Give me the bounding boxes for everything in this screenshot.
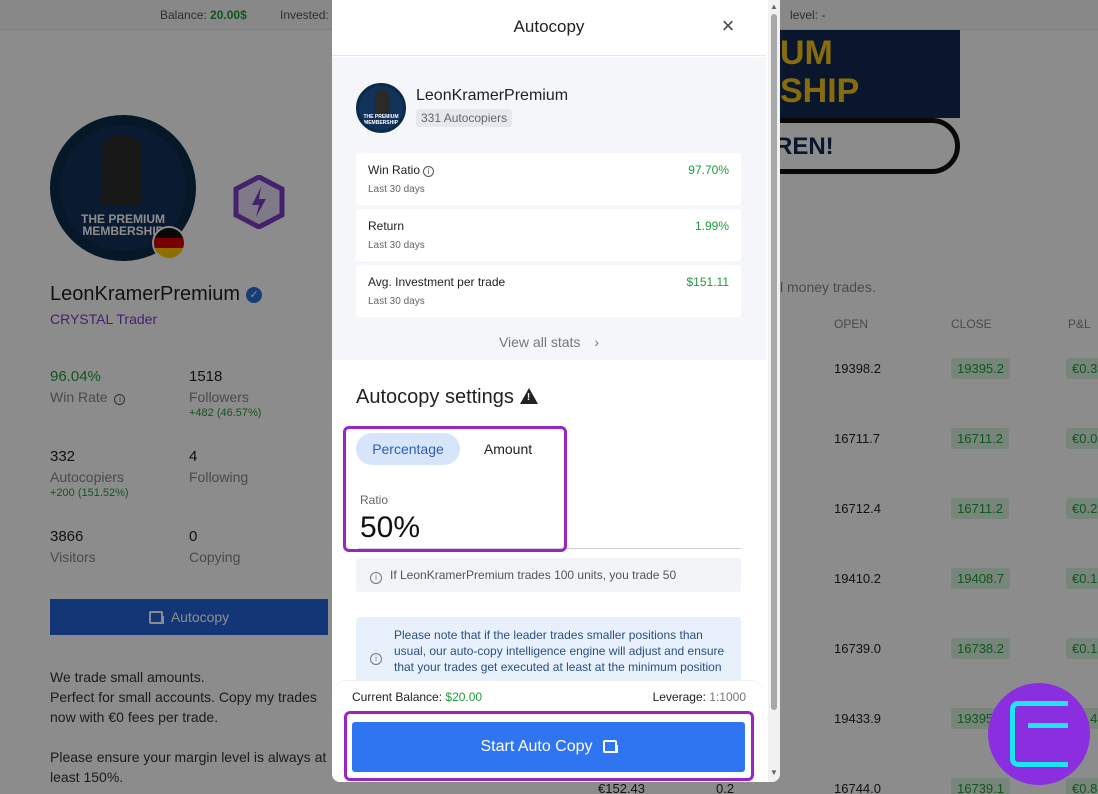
autocopy-settings-title: Autocopy settings! bbox=[356, 386, 538, 409]
ratio-explanation-text: If LeonKramerPremium trades 100 units, y… bbox=[390, 568, 677, 582]
stat-card-value: 1.99% bbox=[694, 219, 729, 233]
close-icon[interactable]: × bbox=[718, 15, 738, 37]
tab-amount[interactable]: Amount bbox=[472, 433, 544, 465]
scroll-down-icon[interactable]: ▼ bbox=[769, 768, 779, 778]
stat-card-label: Win Ratio i bbox=[368, 163, 435, 177]
avatar-person bbox=[375, 90, 389, 114]
trader-name: LeonKramerPremium bbox=[416, 87, 569, 104]
stat-card-period: Last 30 days bbox=[368, 296, 425, 307]
copy-icon bbox=[602, 740, 618, 753]
stat-card-label: Avg. Investment per trade bbox=[368, 275, 506, 289]
autocopiers-badge: 331 Autocopiers bbox=[416, 109, 513, 127]
balance-label: Current Balance: bbox=[352, 690, 443, 704]
modal-scrollbar[interactable]: ▲ ▼ bbox=[768, 0, 780, 782]
info-icon[interactable]: i bbox=[423, 166, 435, 177]
scroll-up-icon[interactable]: ▲ bbox=[769, 2, 779, 12]
start-button-label: Start Auto Copy bbox=[480, 738, 593, 755]
tab-percentage[interactable]: Percentage bbox=[356, 433, 460, 465]
stat-card-avg-investment: Avg. Investment per trade Last 30 days $… bbox=[356, 265, 741, 317]
start-auto-copy-button[interactable]: Start Auto Copy bbox=[352, 722, 745, 772]
warning-icon[interactable]: ! bbox=[519, 388, 538, 404]
watermark-logo-icon bbox=[988, 683, 1090, 785]
ratio-label: Ratio bbox=[360, 493, 389, 507]
trader-avatar: THE PREMIUM MEMBERSHIP bbox=[356, 83, 406, 133]
modal-title: Autocopy bbox=[513, 17, 585, 36]
scroll-thumb[interactable] bbox=[771, 14, 777, 710]
avatar-logo-text: THE PREMIUM MEMBERSHIP bbox=[363, 114, 399, 126]
settings-title-text: Autocopy settings bbox=[356, 386, 514, 408]
stat-card-period: Last 30 days bbox=[368, 184, 425, 195]
watermark-glyph bbox=[1010, 701, 1068, 767]
trader-summary: THE PREMIUM MEMBERSHIP LeonKramerPremium… bbox=[332, 57, 766, 360]
leverage-label: Leverage: bbox=[652, 690, 706, 704]
stat-card-value: 97.70% bbox=[688, 163, 729, 177]
ratio-explanation: i If LeonKramerPremium trades 100 units, … bbox=[356, 558, 741, 592]
leverage: Leverage: 1:1000 bbox=[653, 690, 746, 704]
stat-card-label: Return bbox=[368, 219, 405, 233]
modal-footer: Current Balance: $20.00 Leverage: 1:1000… bbox=[332, 680, 766, 782]
stat-card-return: Return Last 30 days 1.99% bbox=[356, 209, 741, 261]
watermark-bar bbox=[1028, 723, 1068, 728]
stat-card-period: Last 30 days bbox=[368, 240, 425, 251]
note-text: Please note that if the leader trades sm… bbox=[394, 628, 725, 674]
leverage-value: 1:1000 bbox=[709, 690, 746, 704]
stat-card-label-text: Win Ratio bbox=[368, 163, 421, 177]
ratio-input[interactable] bbox=[358, 507, 741, 549]
autocopy-modal: Autocopy × THE PREMIUM MEMBERSHIP LeonKr… bbox=[332, 0, 780, 782]
info-icon: i bbox=[370, 653, 382, 665]
view-all-stats-link[interactable]: View all stats › bbox=[332, 334, 766, 350]
stat-card-value: $151.11 bbox=[686, 275, 730, 289]
current-balance: Current Balance: $20.00 bbox=[352, 690, 482, 704]
info-icon: i bbox=[370, 572, 382, 584]
chevron-right-icon: › bbox=[594, 334, 600, 350]
balance-value: $20.00 bbox=[445, 690, 483, 704]
stat-card-win-ratio: Win Ratio i Last 30 days 97.70% bbox=[356, 153, 741, 205]
view-all-label: View all stats bbox=[498, 334, 581, 350]
modal-header: Autocopy × bbox=[332, 0, 766, 56]
